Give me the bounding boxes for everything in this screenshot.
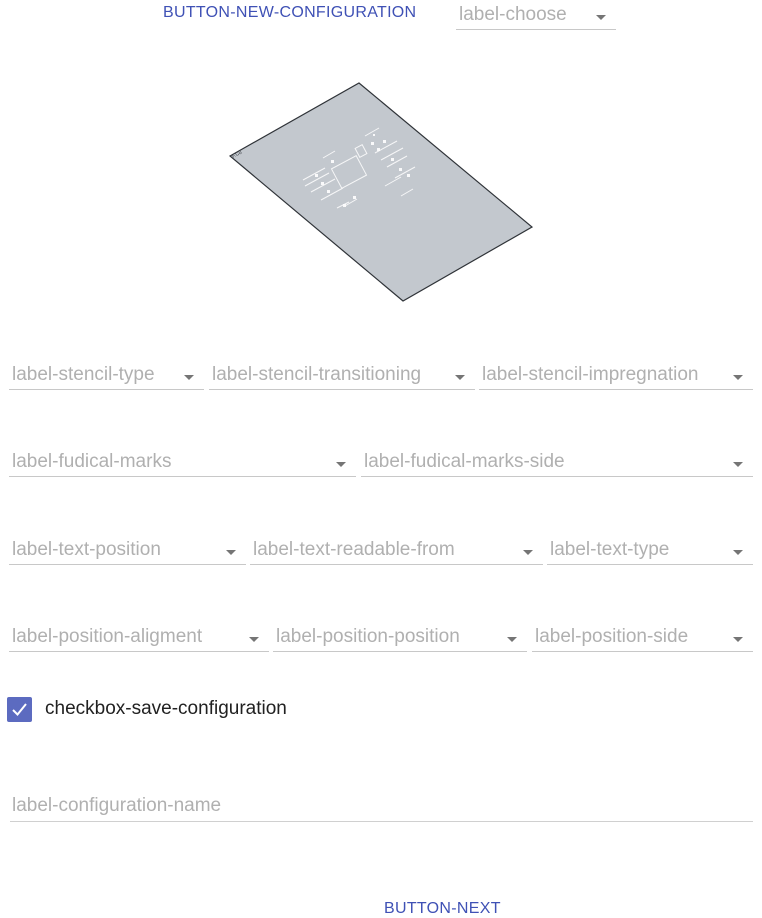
position-position-select[interactable]: label-position-position: [273, 626, 527, 652]
stencil-impregnation-placeholder: label-stencil-impregnation: [482, 364, 699, 385]
position-position-placeholder: label-position-position: [276, 626, 460, 647]
caret-down-icon: [733, 637, 743, 642]
caret-down-icon: [733, 462, 743, 467]
save-configuration-checkbox[interactable]: [7, 697, 32, 722]
position-side-select[interactable]: label-position-side: [532, 626, 753, 652]
stencil-type-placeholder: label-stencil-type: [12, 364, 155, 385]
fudical-marks-side-placeholder: label-fudical-marks-side: [364, 451, 565, 472]
checkmark-icon: [12, 703, 27, 716]
fudical-marks-side-select[interactable]: label-fudical-marks-side: [361, 451, 753, 477]
configuration-name-placeholder: label-configuration-name: [12, 795, 222, 816]
fudical-marks-select[interactable]: label-fudical-marks: [9, 451, 356, 477]
caret-down-icon: [226, 550, 236, 555]
stencil-type-select[interactable]: label-stencil-type: [9, 364, 204, 390]
position-aligment-placeholder: label-position-aligment: [12, 626, 203, 647]
caret-down-icon: [507, 637, 517, 642]
caret-down-icon: [184, 375, 194, 380]
choose-configuration-select[interactable]: label-choose: [456, 4, 616, 30]
caret-down-icon: [733, 550, 743, 555]
choose-select-placeholder: label-choose: [459, 4, 567, 25]
text-readable-from-select[interactable]: label-text-readable-from: [250, 539, 543, 565]
caret-down-icon: [733, 375, 743, 380]
save-configuration-label: checkbox-save-configuration: [45, 698, 287, 719]
text-position-select[interactable]: label-text-position: [9, 539, 246, 565]
next-button[interactable]: BUTTON-NEXT: [384, 900, 501, 918]
caret-down-icon: [455, 375, 465, 380]
caret-down-icon: [249, 637, 259, 642]
stencil-transitioning-select[interactable]: label-stencil-transitioning: [209, 364, 475, 390]
stencil-preview: F.Cu: [228, 82, 534, 302]
text-position-placeholder: label-text-position: [12, 539, 161, 560]
new-configuration-button[interactable]: BUTTON-NEW-CONFIGURATION: [163, 4, 416, 22]
text-readable-from-placeholder: label-text-readable-from: [253, 539, 455, 560]
text-type-placeholder: label-text-type: [550, 539, 670, 560]
configuration-name-input[interactable]: label-configuration-name: [10, 790, 753, 822]
position-side-placeholder: label-position-side: [535, 626, 689, 647]
stencil-transitioning-placeholder: label-stencil-transitioning: [212, 364, 422, 385]
stencil-impregnation-select[interactable]: label-stencil-impregnation: [479, 364, 753, 390]
caret-down-icon: [596, 15, 606, 20]
fudical-marks-placeholder: label-fudical-marks: [12, 451, 172, 472]
text-type-select[interactable]: label-text-type: [547, 539, 753, 565]
caret-down-icon: [523, 550, 533, 555]
position-aligment-select[interactable]: label-position-aligment: [9, 626, 269, 652]
caret-down-icon: [336, 462, 346, 467]
stencil-sheet: [228, 82, 534, 302]
